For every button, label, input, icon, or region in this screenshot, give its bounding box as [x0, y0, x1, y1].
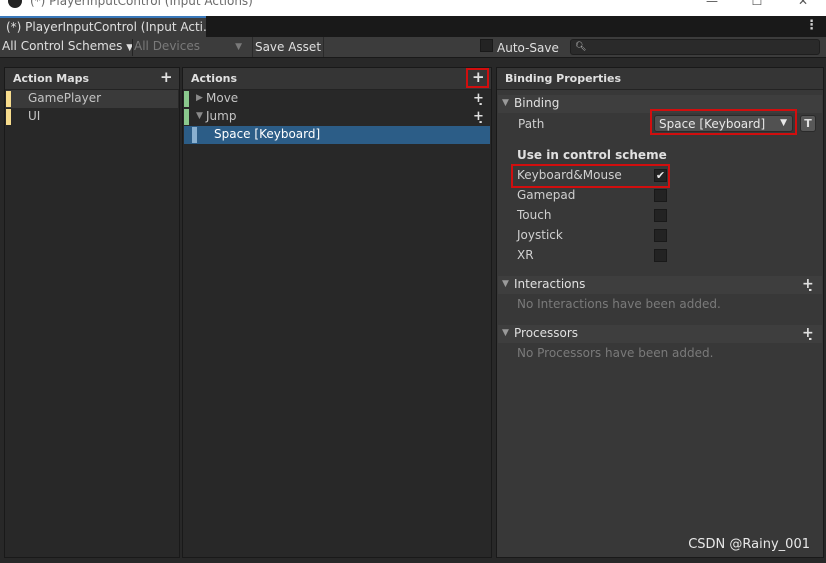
toolbar-divider	[132, 39, 133, 56]
close-icon[interactable]: ✕	[795, 0, 811, 8]
actions-header: Actions	[183, 68, 491, 90]
interactions-section-header[interactable]: ▼ Interactions	[498, 276, 822, 294]
add-processor-icon[interactable]: +̣	[802, 326, 814, 341]
scheme-checkbox-keyboard-mouse[interactable]: ✔	[654, 169, 667, 182]
action-item-jump[interactable]: ▼ Jump +̣	[184, 108, 490, 126]
path-label: Path	[518, 117, 545, 131]
action-maps-header: Action Maps	[5, 68, 179, 90]
maximize-icon[interactable]: ☐	[749, 0, 765, 8]
action-map-color-bar	[6, 109, 11, 125]
control-schemes-dropdown[interactable]: All Control Schemes ▼	[2, 39, 133, 56]
action-label: Jump	[206, 109, 237, 123]
watermark: CSDN @Rainy_001	[688, 537, 810, 552]
processors-section-title: Processors	[514, 326, 579, 340]
actions-panel: Actions + ▶ Move +̣ ▼ Jump +̣ Space [Key…	[182, 67, 492, 558]
scheme-label-gamepad: Gamepad	[517, 188, 576, 202]
scheme-label-keyboard-mouse: Keyboard&Mouse	[517, 168, 622, 182]
processors-empty-text: No Processors have been added.	[517, 346, 714, 360]
binding-label: Space [Keyboard]	[214, 127, 321, 141]
expanded-arrow-icon: ▼	[502, 328, 509, 338]
dropdown-arrow-icon: ▼	[780, 118, 787, 128]
scheme-checkbox-gamepad[interactable]	[654, 189, 667, 202]
dropdown-arrow-icon: ▼	[235, 42, 242, 52]
collapsed-arrow-icon[interactable]: ▶	[196, 93, 203, 103]
binding-properties-header: Binding Properties	[497, 68, 823, 90]
path-value: Space [Keyboard]	[659, 117, 766, 131]
control-schemes-label: All Control Schemes	[2, 39, 123, 53]
action-map-label: GamePlayer	[28, 91, 102, 105]
devices-dropdown[interactable]: All Devices ▼	[134, 39, 246, 56]
tab-strip: (*) PlayerInputControl (Input Acti... ⋮	[0, 16, 826, 37]
interactions-section-title: Interactions	[514, 277, 586, 291]
action-maps-title: Action Maps	[13, 72, 90, 85]
auto-save-label: Auto-Save	[497, 41, 559, 55]
expanded-arrow-icon: ▼	[502, 98, 509, 108]
binding-properties-title: Binding Properties	[505, 72, 622, 85]
unity-logo-icon	[8, 0, 22, 8]
action-label: Move	[206, 91, 239, 105]
text-mode-button[interactable]: T	[800, 115, 816, 132]
expanded-arrow-icon: ▼	[502, 279, 509, 289]
action-map-item-gameplayer[interactable]: GamePlayer	[6, 90, 178, 108]
actions-title: Actions	[191, 72, 237, 85]
add-interaction-icon[interactable]: +̣	[802, 277, 814, 292]
window-title: (*) PlayerInputControl (Input Actions)	[30, 0, 253, 8]
expanded-arrow-icon[interactable]: ▼	[196, 111, 203, 121]
add-action-map-icon[interactable]: +	[160, 70, 173, 85]
scheme-checkbox-xr[interactable]	[654, 249, 667, 262]
control-scheme-heading: Use in control scheme	[517, 148, 667, 162]
search-icon: 🔍︎	[575, 42, 587, 52]
action-color-bar	[184, 91, 189, 107]
scheme-label-xr: XR	[517, 248, 534, 262]
action-color-bar	[184, 109, 189, 125]
auto-save-checkbox[interactable]	[480, 39, 493, 52]
action-map-label: UI	[28, 109, 41, 123]
kebab-menu-icon[interactable]: ⋮	[805, 18, 818, 33]
add-binding-icon[interactable]: +̣	[473, 109, 484, 124]
save-asset-button[interactable]: Save Asset	[252, 37, 324, 57]
interactions-empty-text: No Interactions have been added.	[517, 297, 721, 311]
binding-item-space-keyboard[interactable]: Space [Keyboard]	[184, 126, 490, 144]
devices-label: All Devices	[134, 39, 200, 53]
binding-section-title: Binding	[514, 96, 560, 110]
minimize-icon[interactable]: —	[704, 0, 720, 8]
scheme-checkbox-touch[interactable]	[654, 209, 667, 222]
window-titlebar: (*) PlayerInputControl (Input Actions) —…	[0, 0, 826, 16]
scheme-label-joystick: Joystick	[517, 228, 563, 242]
binding-color-bar	[192, 127, 197, 143]
tab-player-input-control[interactable]: (*) PlayerInputControl (Input Acti...	[0, 16, 206, 37]
path-dropdown[interactable]: Space [Keyboard] ▼	[654, 115, 793, 132]
add-action-icon[interactable]: +	[472, 70, 485, 85]
action-maps-panel: Action Maps + GamePlayer UI	[4, 67, 180, 558]
toolbar: All Control Schemes ▼ All Devices ▼ Save…	[0, 37, 826, 58]
scheme-checkbox-joystick[interactable]	[654, 229, 667, 242]
action-map-color-bar	[6, 91, 11, 107]
binding-properties-panel: Binding Properties ▼ Binding Path Space …	[496, 67, 824, 558]
add-binding-icon[interactable]: +̣	[473, 91, 484, 106]
scheme-label-touch: Touch	[517, 208, 552, 222]
action-item-move[interactable]: ▶ Move +̣	[184, 90, 490, 108]
action-map-item-ui[interactable]: UI	[6, 108, 178, 126]
processors-section-header[interactable]: ▼ Processors	[498, 325, 822, 343]
search-input[interactable]: 🔍︎	[570, 39, 820, 55]
